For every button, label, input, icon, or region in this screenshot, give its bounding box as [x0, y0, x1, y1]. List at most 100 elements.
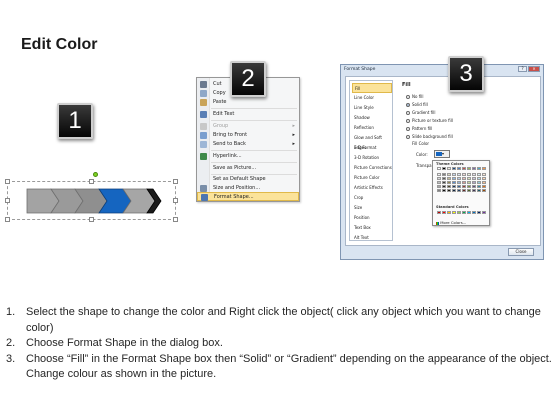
color-swatch[interactable]	[462, 211, 466, 214]
color-swatch[interactable]	[437, 167, 441, 170]
color-swatch[interactable]	[482, 189, 486, 192]
menu-item-bring-to-front[interactable]: Bring to Front ▸	[197, 131, 299, 140]
chevron-process-shape[interactable]	[7, 181, 176, 220]
menu-item-save-as-picture[interactable]: Save as Picture...	[197, 164, 299, 173]
color-swatch[interactable]	[442, 189, 446, 192]
color-swatch[interactable]	[442, 181, 446, 184]
nav-item-position[interactable]: Position	[352, 213, 392, 223]
color-swatch[interactable]	[462, 181, 466, 184]
color-swatch[interactable]	[437, 185, 441, 188]
menu-item-format-shape[interactable]: Format Shape...	[197, 192, 299, 201]
color-swatch[interactable]	[437, 211, 441, 214]
color-swatch[interactable]	[472, 185, 476, 188]
color-swatch[interactable]	[442, 167, 446, 170]
nav-item-glow[interactable]: Glow and Soft Edges	[352, 133, 392, 150]
radio-button[interactable]	[406, 103, 410, 107]
color-swatch[interactable]	[467, 173, 471, 176]
color-swatch[interactable]	[472, 189, 476, 192]
color-swatch[interactable]	[477, 211, 481, 214]
radio-button[interactable]	[406, 111, 410, 115]
color-swatch[interactable]	[457, 177, 461, 180]
color-swatch[interactable]	[447, 189, 451, 192]
color-swatch[interactable]	[477, 181, 481, 184]
color-swatch[interactable]	[477, 173, 481, 176]
color-swatch[interactable]	[437, 189, 441, 192]
color-swatch[interactable]	[462, 167, 466, 170]
help-button[interactable]: ?	[518, 66, 527, 72]
nav-item-crop[interactable]: Crop	[352, 193, 392, 203]
nav-item-line-color[interactable]: Line Color	[352, 93, 392, 103]
color-swatch[interactable]	[462, 185, 466, 188]
color-swatch[interactable]	[472, 181, 476, 184]
color-swatch[interactable]	[452, 211, 456, 214]
radio-gradient-fill[interactable]: Gradient fill	[406, 109, 435, 116]
close-button[interactable]: Close	[508, 248, 534, 256]
nav-item-line-style[interactable]: Line Style	[352, 103, 392, 113]
color-swatch[interactable]	[467, 167, 471, 170]
nav-item-size[interactable]: Size	[352, 203, 392, 213]
radio-button[interactable]	[406, 135, 410, 139]
color-swatch[interactable]	[452, 189, 456, 192]
nav-item-artistic-effects[interactable]: Artistic Effects	[352, 183, 392, 193]
radio-slide-background-fill[interactable]: Slide background fill	[406, 133, 453, 140]
color-swatch[interactable]	[457, 211, 461, 214]
nav-item-reflection[interactable]: Reflection	[352, 123, 392, 133]
color-swatch[interactable]	[442, 185, 446, 188]
color-swatch[interactable]	[482, 185, 486, 188]
color-picker-button[interactable]: ▾	[434, 150, 450, 158]
color-swatch[interactable]	[467, 181, 471, 184]
menu-item-send-to-back[interactable]: Send to Back ▸	[197, 140, 299, 149]
menu-item-hyperlink[interactable]: Hyperlink...	[197, 152, 299, 161]
color-swatch[interactable]	[477, 167, 481, 170]
color-swatch[interactable]	[447, 185, 451, 188]
color-swatch[interactable]	[437, 177, 441, 180]
radio-solid-fill[interactable]: Solid fill	[406, 101, 428, 108]
color-swatch[interactable]	[482, 173, 486, 176]
color-swatch[interactable]	[452, 167, 456, 170]
nav-item-picture-color[interactable]: Picture Color	[352, 173, 392, 183]
menu-item-paste[interactable]: Paste	[197, 98, 299, 107]
color-swatch[interactable]	[452, 173, 456, 176]
color-swatch[interactable]	[462, 173, 466, 176]
color-swatch[interactable]	[477, 189, 481, 192]
color-swatch[interactable]	[447, 173, 451, 176]
color-swatch[interactable]	[462, 189, 466, 192]
nav-item-fill[interactable]: Fill	[352, 83, 392, 93]
color-swatch[interactable]	[472, 167, 476, 170]
color-swatch[interactable]	[437, 181, 441, 184]
radio-button[interactable]	[406, 127, 410, 131]
color-swatch[interactable]	[467, 189, 471, 192]
color-swatch[interactable]	[472, 173, 476, 176]
nav-item-picture-corrections[interactable]: Picture Corrections	[352, 163, 392, 173]
more-colors-link[interactable]: More Colors...	[436, 220, 466, 225]
color-swatch[interactable]	[457, 167, 461, 170]
color-swatch[interactable]	[482, 167, 486, 170]
color-swatch[interactable]	[457, 189, 461, 192]
menu-item-edit-text[interactable]: Edit Text	[197, 110, 299, 119]
color-swatch[interactable]	[447, 177, 451, 180]
radio-picture-fill[interactable]: Picture or texture fill	[406, 117, 453, 124]
color-swatch[interactable]	[457, 173, 461, 176]
menu-item-set-default-shape[interactable]: Set as Default Shape	[197, 175, 299, 184]
color-swatch[interactable]	[447, 167, 451, 170]
color-swatch[interactable]	[457, 181, 461, 184]
color-swatch[interactable]	[467, 177, 471, 180]
nav-item-shadow[interactable]: Shadow	[352, 113, 392, 123]
color-swatch[interactable]	[442, 177, 446, 180]
color-swatch[interactable]	[452, 185, 456, 188]
radio-button[interactable]	[406, 119, 410, 123]
color-swatch[interactable]	[482, 177, 486, 180]
nav-item-3d-rotation[interactable]: 3-D Rotation	[352, 153, 392, 163]
rotation-handle[interactable]	[93, 172, 98, 177]
radio-button[interactable]	[406, 95, 410, 99]
color-swatch[interactable]	[442, 173, 446, 176]
color-swatch[interactable]	[447, 181, 451, 184]
color-swatch[interactable]	[452, 177, 456, 180]
color-swatch[interactable]	[437, 173, 441, 176]
color-swatch[interactable]	[472, 211, 476, 214]
nav-item-alt-text[interactable]: Alt Text	[352, 233, 392, 243]
color-swatch[interactable]	[467, 185, 471, 188]
radio-pattern-fill[interactable]: Pattern fill	[406, 125, 432, 132]
color-swatch[interactable]	[482, 211, 486, 214]
color-swatch[interactable]	[447, 211, 451, 214]
